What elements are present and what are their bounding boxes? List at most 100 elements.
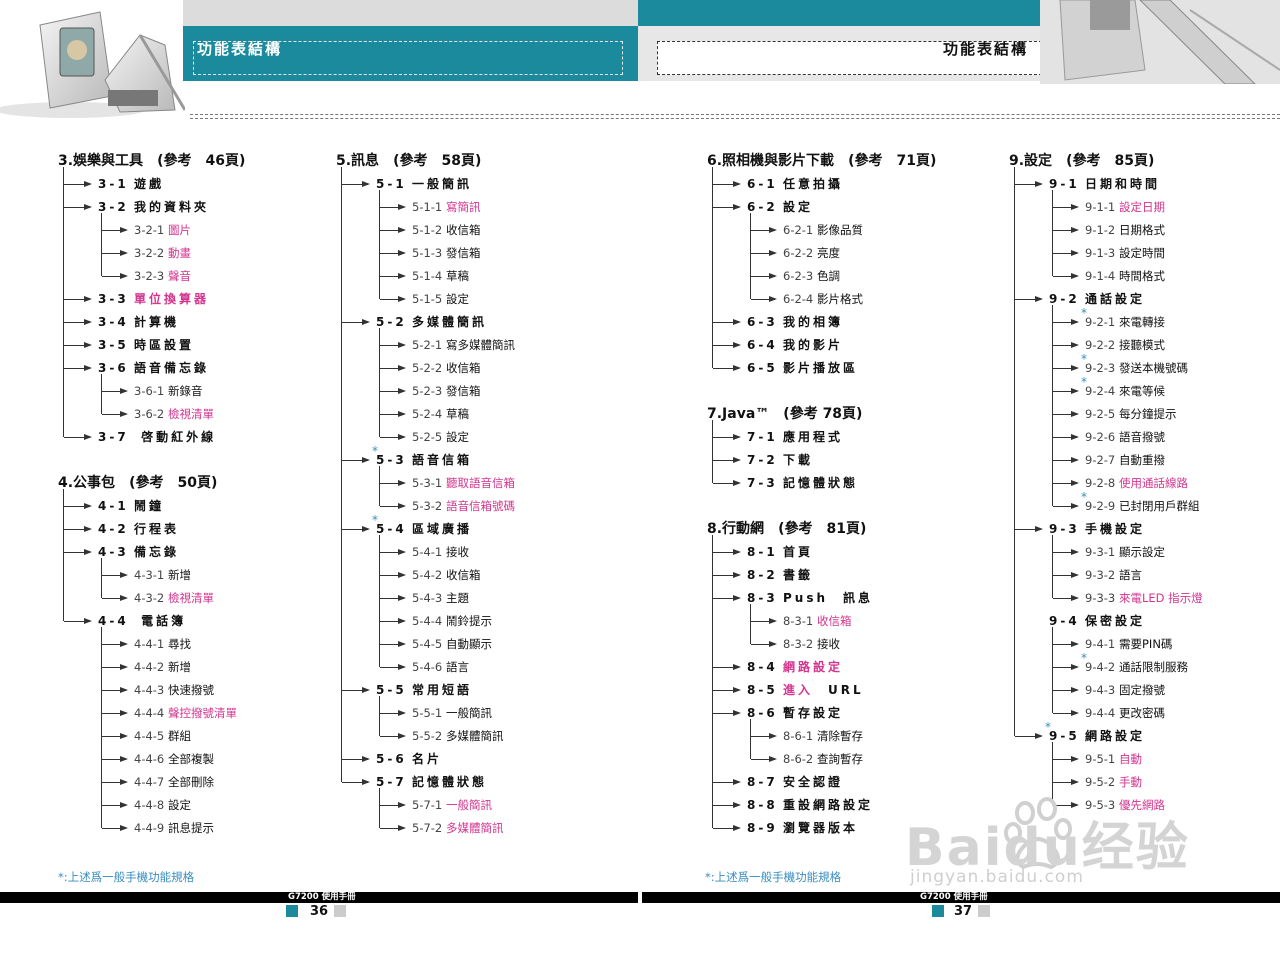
submenu-item[interactable]: 9-2-5 每分鐘提示 bbox=[1009, 403, 1203, 426]
menu-item[interactable]: 6-3 我的相簿 bbox=[707, 311, 936, 334]
submenu-item[interactable]: 9-3-2 語言 bbox=[1009, 564, 1203, 587]
menu-item[interactable]: * 5-4 區域廣播 bbox=[336, 513, 515, 541]
menu-item[interactable]: 5-7 記憶體狀態 bbox=[336, 771, 515, 794]
menu-item[interactable]: 8-6 暫存設定 bbox=[707, 702, 936, 725]
submenu-item[interactable]: 4-4-8 設定 bbox=[58, 794, 245, 817]
submenu-item[interactable]: 3-6-2 檢視清單 bbox=[58, 403, 245, 426]
submenu-item[interactable]: 9-1-2 日期格式 bbox=[1009, 219, 1203, 242]
submenu-item[interactable]: * 9-2-3 發送本機號碼 bbox=[1009, 352, 1203, 380]
menu-item[interactable]: 4-3 備忘錄 bbox=[58, 541, 245, 564]
submenu-item[interactable]: 5-5-2 多媒體簡訊 bbox=[336, 725, 515, 748]
menu-item[interactable]: 5-6 名片 bbox=[336, 748, 515, 771]
submenu-item[interactable]: 5-3-2 語音信箱號碼 bbox=[336, 495, 515, 518]
submenu-item[interactable]: 4-4-9 訊息提示 bbox=[58, 817, 245, 840]
submenu-item[interactable]: * 9-2-1 來電轉接 bbox=[1009, 306, 1203, 334]
menu-item[interactable]: 8-4 網路設定 bbox=[707, 656, 936, 679]
menu-item[interactable]: 4-4 電話簿 bbox=[58, 610, 245, 633]
submenu-item[interactable]: 9-3-3 來電LED 指示燈 bbox=[1009, 587, 1203, 610]
submenu-item[interactable]: 5-4-6 語言 bbox=[336, 656, 515, 679]
menu-item[interactable]: 8-8 重設網路設定 bbox=[707, 794, 936, 817]
submenu-item[interactable]: 6-2-4 影片格式 bbox=[707, 288, 936, 311]
menu-item[interactable]: * 5-3 語音信箱 bbox=[336, 444, 515, 472]
submenu-item[interactable]: 3-6-1 新錄音 bbox=[58, 380, 245, 403]
submenu-item[interactable]: 4-3-1 新增 bbox=[58, 564, 245, 587]
submenu-item[interactable]: 6-2-2 亮度 bbox=[707, 242, 936, 265]
submenu-item[interactable]: 4-4-5 群組 bbox=[58, 725, 245, 748]
menu-item[interactable]: 3-4 計算機 bbox=[58, 311, 245, 334]
menu-item[interactable]: * 9-5 網路設定 bbox=[1009, 720, 1203, 748]
menu-item[interactable]: 3-3 單位換算器 bbox=[58, 288, 245, 311]
menu-item[interactable]: 3-7 啓動紅外線 bbox=[58, 426, 245, 449]
submenu-item[interactable]: 9-2-2 接聽模式 bbox=[1009, 334, 1203, 357]
submenu-item[interactable]: 4-4-7 全部刪除 bbox=[58, 771, 245, 794]
menu-item[interactable]: 3-1 遊戲 bbox=[58, 173, 245, 196]
menu-item[interactable]: 9-2 通話設定 bbox=[1009, 288, 1203, 311]
menu-item[interactable]: 3-2 我的資料夾 bbox=[58, 196, 245, 219]
submenu-item[interactable]: 5-1-1 寫簡訊 bbox=[336, 196, 515, 219]
submenu-item[interactable]: 4-4-2 新增 bbox=[58, 656, 245, 679]
menu-item[interactable]: 9-3 手機設定 bbox=[1009, 518, 1203, 541]
submenu-item[interactable]: 5-4-5 自動顯示 bbox=[336, 633, 515, 656]
menu-item[interactable]: 8-3 Push 訊息 bbox=[707, 587, 936, 610]
submenu-item[interactable]: 8-3-2 接收 bbox=[707, 633, 936, 656]
submenu-item[interactable]: 9-1-4 時間格式 bbox=[1009, 265, 1203, 288]
submenu-item[interactable]: 6-2-3 色調 bbox=[707, 265, 936, 288]
submenu-item[interactable]: 9-2-8 使用通話線路 bbox=[1009, 472, 1203, 495]
submenu-item[interactable]: 5-4-2 收信箱 bbox=[336, 564, 515, 587]
submenu-item[interactable]: 9-1-1 設定日期 bbox=[1009, 196, 1203, 219]
submenu-item[interactable]: 9-1-3 設定時間 bbox=[1009, 242, 1203, 265]
menu-item[interactable]: 5-2 多媒體簡訊 bbox=[336, 311, 515, 334]
submenu-item[interactable]: 5-2-1 寫多媒體簡訊 bbox=[336, 334, 515, 357]
menu-item[interactable]: 8-5 進入 URL bbox=[707, 679, 936, 702]
menu-item[interactable]: 7-3 記憶體狀態 bbox=[707, 472, 936, 495]
submenu-item[interactable]: 5-1-3 發信箱 bbox=[336, 242, 515, 265]
submenu-item[interactable]: 9-4-3 固定撥號 bbox=[1009, 679, 1203, 702]
menu-item[interactable]: 6-1 任意拍攝 bbox=[707, 173, 936, 196]
submenu-item[interactable]: 4-3-2 檢視清單 bbox=[58, 587, 245, 610]
submenu-item[interactable]: 8-6-2 查詢暫存 bbox=[707, 748, 936, 771]
submenu-item[interactable]: 5-2-5 設定 bbox=[336, 426, 515, 449]
menu-item[interactable]: 8-7 安全認證 bbox=[707, 771, 936, 794]
menu-item[interactable]: 5-1 一般簡訊 bbox=[336, 173, 515, 196]
submenu-item[interactable]: 5-4-1 接收 bbox=[336, 541, 515, 564]
submenu-item[interactable]: 5-5-1 一般簡訊 bbox=[336, 702, 515, 725]
submenu-item[interactable]: * 9-2-9 已封閉用戶群組 bbox=[1009, 490, 1203, 518]
menu-item[interactable]: 4-1 鬧鐘 bbox=[58, 495, 245, 518]
submenu-item[interactable]: 9-5-1 自動 bbox=[1009, 748, 1203, 771]
menu-item[interactable]: 8-2 書籤 bbox=[707, 564, 936, 587]
submenu-item[interactable]: 5-7-2 多媒體簡訊 bbox=[336, 817, 515, 840]
submenu-item[interactable]: 5-4-4 鬧鈴提示 bbox=[336, 610, 515, 633]
menu-item[interactable]: 9-4 保密設定 bbox=[1009, 610, 1203, 633]
submenu-item[interactable]: 5-7-1 一般簡訊 bbox=[336, 794, 515, 817]
submenu-item[interactable]: * 9-2-4 來電等候 bbox=[1009, 375, 1203, 403]
submenu-item[interactable]: 9-4-4 更改密碼 bbox=[1009, 702, 1203, 725]
menu-item[interactable]: 4-2 行程表 bbox=[58, 518, 245, 541]
submenu-item[interactable]: 4-4-6 全部複製 bbox=[58, 748, 245, 771]
menu-item[interactable]: 5-5 常用短語 bbox=[336, 679, 515, 702]
submenu-item[interactable]: 5-3-1 聽取語音信箱 bbox=[336, 472, 515, 495]
submenu-item[interactable]: 5-2-2 收信箱 bbox=[336, 357, 515, 380]
menu-item[interactable]: 9-1 日期和時間 bbox=[1009, 173, 1203, 196]
submenu-item[interactable]: 9-3-1 顯示設定 bbox=[1009, 541, 1203, 564]
submenu-item[interactable]: 5-2-3 發信箱 bbox=[336, 380, 515, 403]
submenu-item[interactable]: 5-1-5 設定 bbox=[336, 288, 515, 311]
submenu-item[interactable]: 4-4-4 聲控撥號清單 bbox=[58, 702, 245, 725]
submenu-item[interactable]: 9-2-7 自動重撥 bbox=[1009, 449, 1203, 472]
menu-item[interactable]: 7-1 應用程式 bbox=[707, 426, 936, 449]
menu-item[interactable]: 7-2 下載 bbox=[707, 449, 936, 472]
menu-item[interactable]: 8-1 首頁 bbox=[707, 541, 936, 564]
menu-item[interactable]: 6-5 影片播放區 bbox=[707, 357, 936, 380]
submenu-item[interactable]: 3-2-1 圖片 bbox=[58, 219, 245, 242]
menu-item[interactable]: 6-2 設定 bbox=[707, 196, 936, 219]
submenu-item[interactable]: * 9-4-2 通話限制服務 bbox=[1009, 651, 1203, 679]
menu-item[interactable]: 8-9 瀏覽器版本 bbox=[707, 817, 936, 840]
submenu-item[interactable]: 9-2-6 語音撥號 bbox=[1009, 426, 1203, 449]
submenu-item[interactable]: 9-4-1 需要PIN碼 bbox=[1009, 633, 1203, 656]
submenu-item[interactable]: 4-4-3 快速撥號 bbox=[58, 679, 245, 702]
submenu-item[interactable]: 5-4-3 主題 bbox=[336, 587, 515, 610]
submenu-item[interactable]: 4-4-1 尋找 bbox=[58, 633, 245, 656]
menu-item[interactable]: 6-4 我的影片 bbox=[707, 334, 936, 357]
submenu-item[interactable]: 8-3-1 收信箱 bbox=[707, 610, 936, 633]
submenu-item[interactable]: 5-1-4 草稿 bbox=[336, 265, 515, 288]
submenu-item[interactable]: 8-6-1 清除暫存 bbox=[707, 725, 936, 748]
